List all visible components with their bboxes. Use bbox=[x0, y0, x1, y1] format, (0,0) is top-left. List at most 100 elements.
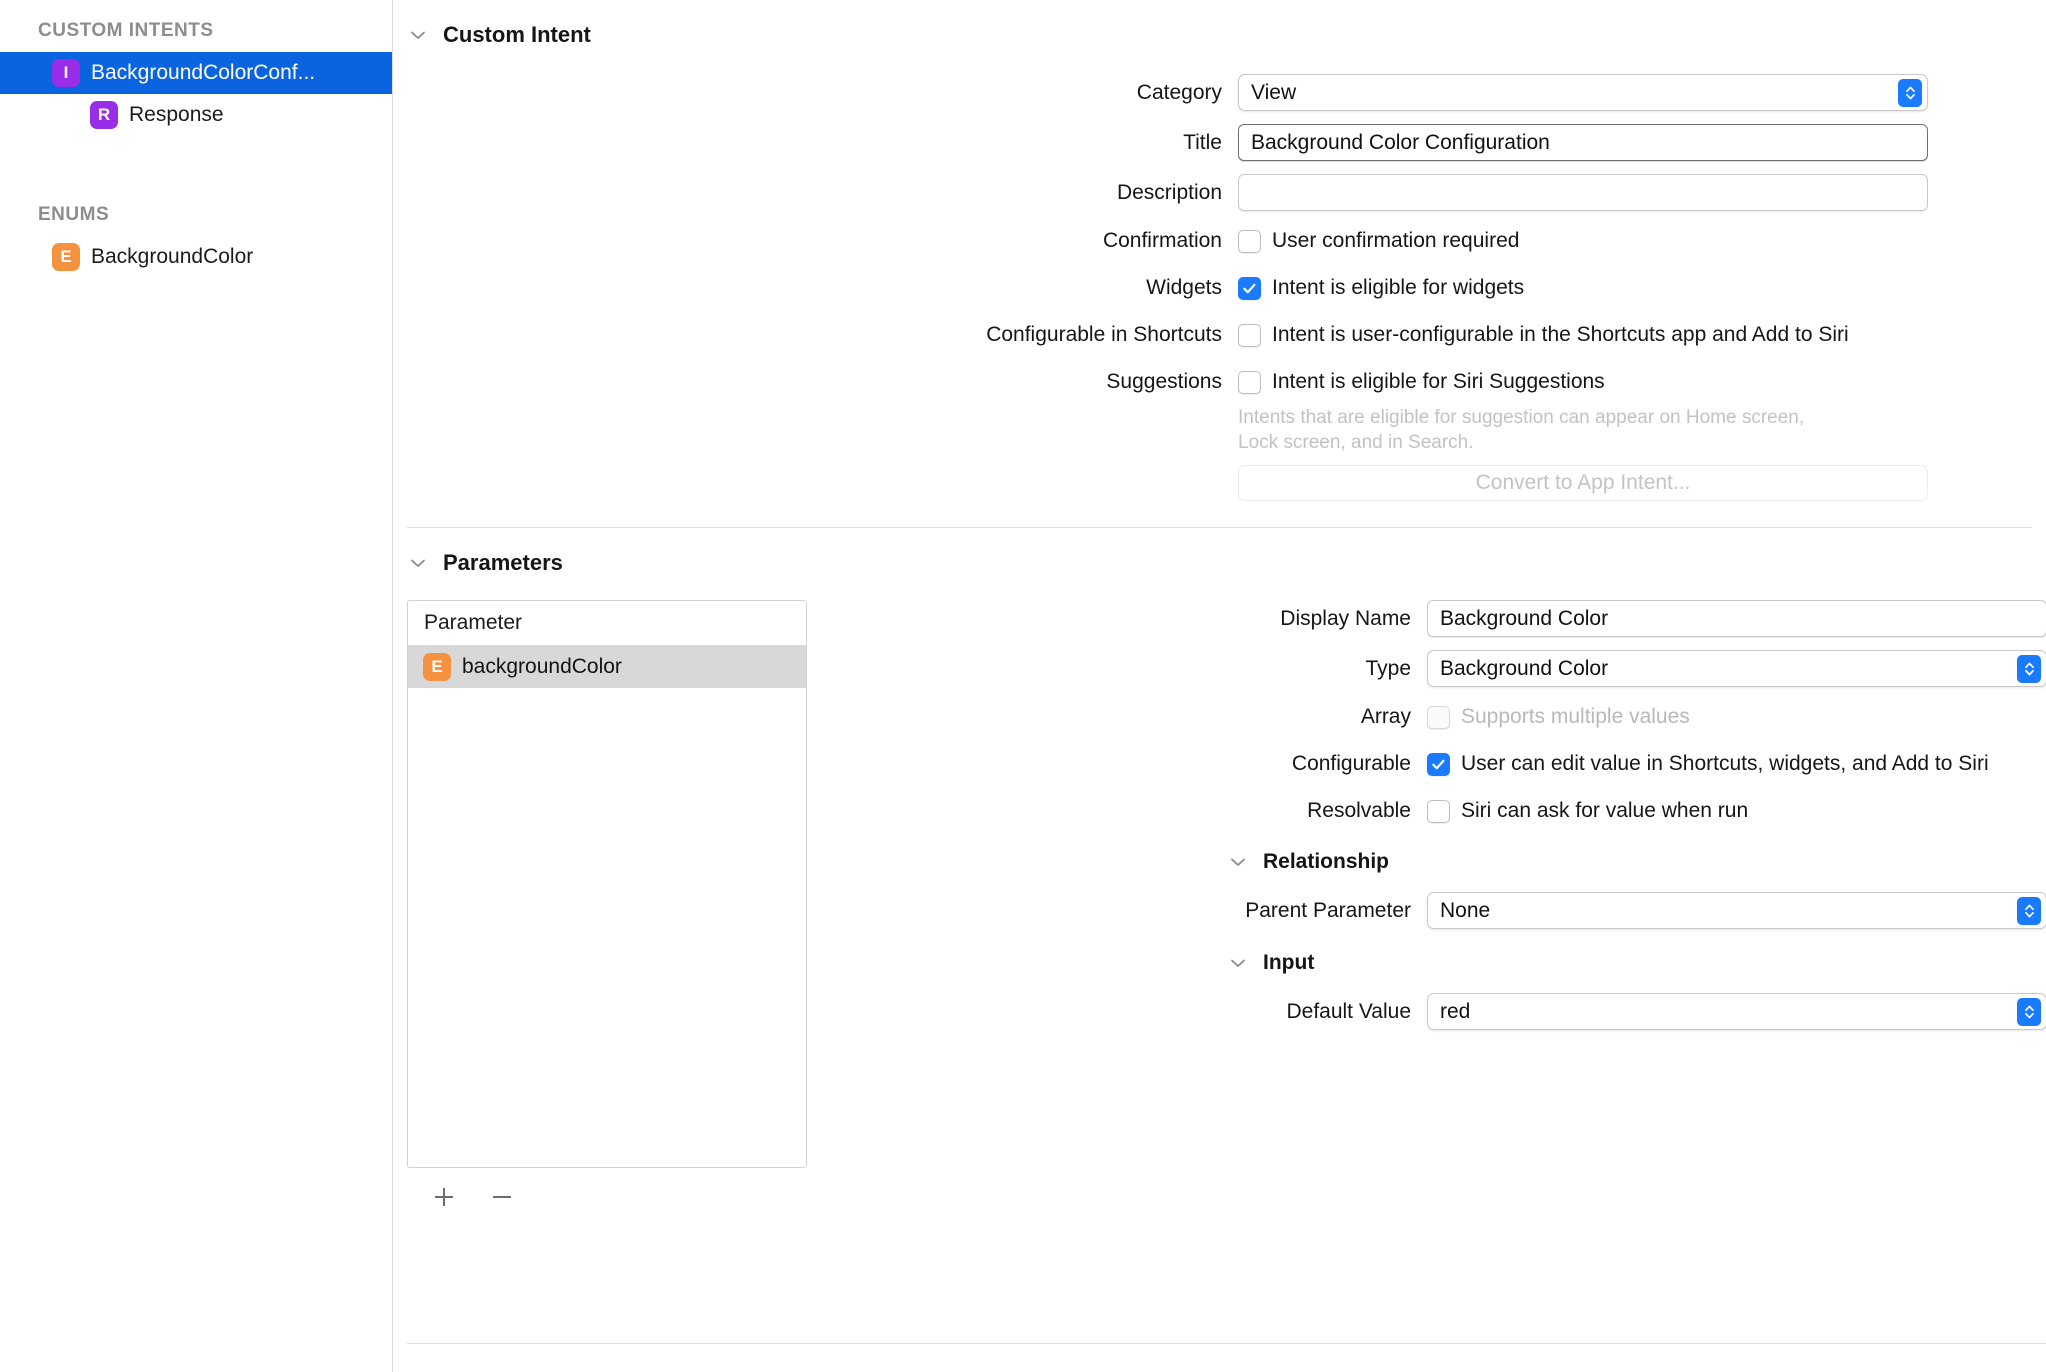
suggestions-help-line1: Intents that are eligible for suggestion… bbox=[1238, 405, 1938, 430]
configurable-label: Configurable bbox=[807, 752, 1427, 776]
sidebar-section-title-custom-intents: CUSTOM INTENTS bbox=[0, 12, 392, 52]
widgets-checkbox[interactable] bbox=[1238, 277, 1261, 300]
custom-intent-section: Custom Intent Category View bbox=[393, 0, 2046, 501]
chevron-down-icon[interactable] bbox=[407, 552, 429, 574]
configurable-checkbox-label: User can edit value in Shortcuts, widget… bbox=[1461, 752, 1989, 776]
intent-definition-editor: CUSTOM INTENTS I BackgroundColorConf... … bbox=[0, 0, 2046, 1372]
confirmation-checkbox[interactable] bbox=[1238, 230, 1261, 253]
category-row: Category View bbox=[393, 74, 2046, 111]
convert-to-app-intent-button[interactable]: Convert to App Intent... bbox=[1238, 465, 1928, 501]
display-name-label: Display Name bbox=[807, 607, 1427, 631]
detail-pane: Custom Intent Category View bbox=[393, 0, 2046, 1372]
suggestions-checkbox[interactable] bbox=[1238, 371, 1261, 394]
sidebar-spacer bbox=[0, 136, 392, 196]
sidebar-item-response[interactable]: R Response bbox=[0, 94, 392, 136]
parent-parameter-label: Parent Parameter bbox=[807, 899, 1427, 923]
stepper-icon[interactable] bbox=[1898, 79, 1922, 107]
sidebar-item-background-color-enum[interactable]: E BackgroundColor bbox=[0, 236, 392, 278]
array-checkbox bbox=[1427, 706, 1450, 729]
parameter-name: backgroundColor bbox=[462, 655, 622, 679]
sidebar-item-background-color-configuration[interactable]: I BackgroundColorConf... bbox=[0, 52, 392, 94]
stepper-icon[interactable] bbox=[2017, 655, 2041, 683]
type-row: Type Background Color bbox=[807, 650, 2046, 687]
add-parameter-button[interactable] bbox=[429, 1182, 459, 1212]
section-title: Custom Intent bbox=[443, 22, 591, 48]
array-label: Array bbox=[807, 705, 1427, 729]
default-value-label: Default Value bbox=[807, 1000, 1427, 1024]
enum-badge-icon: E bbox=[52, 243, 80, 271]
category-select[interactable]: View bbox=[1238, 74, 1928, 111]
suggestions-help-line2: Lock screen, and in Search. bbox=[1238, 430, 1938, 455]
configurable-checkbox[interactable] bbox=[1427, 753, 1450, 776]
parameter-list-header: Parameter bbox=[408, 601, 806, 646]
parameters-section: Parameters Parameter E backgroundColor bbox=[393, 528, 2046, 1212]
type-label: Type bbox=[807, 657, 1427, 681]
sidebar-section-title-enums: ENUMS bbox=[0, 196, 392, 236]
title-row: Title Background Color Configuration bbox=[393, 124, 2046, 161]
default-value-row: Default Value red bbox=[807, 993, 2046, 1030]
subsection-title: Input bbox=[1263, 951, 1314, 975]
parameter-list-container: Parameter E backgroundColor bbox=[407, 600, 807, 1212]
configurable-row: Configurable User can edit value in Shor… bbox=[807, 747, 2046, 781]
resolvable-checkbox[interactable] bbox=[1427, 800, 1450, 823]
custom-intent-section-header[interactable]: Custom Intent bbox=[393, 0, 2046, 48]
chevron-down-icon[interactable] bbox=[1227, 952, 1249, 974]
sidebar-item-label: BackgroundColorConf... bbox=[91, 61, 315, 85]
input-subsection-header[interactable]: Input bbox=[1227, 951, 2046, 975]
parameter-list-toolbar bbox=[407, 1168, 807, 1212]
suggestions-checkbox-label: Intent is eligible for Siri Suggestions bbox=[1272, 370, 1605, 394]
type-select[interactable]: Background Color bbox=[1427, 650, 2046, 687]
sidebar-item-label: BackgroundColor bbox=[91, 245, 253, 269]
confirmation-row: Confirmation User confirmation required bbox=[393, 224, 2046, 258]
category-value: View bbox=[1251, 81, 1296, 105]
array-checkbox-label: Supports multiple values bbox=[1461, 705, 1690, 729]
display-name-value: Background Color bbox=[1440, 607, 1608, 631]
widgets-checkbox-label: Intent is eligible for widgets bbox=[1272, 276, 1524, 300]
description-input[interactable] bbox=[1238, 174, 1928, 211]
parameters-section-header[interactable]: Parameters bbox=[393, 528, 2046, 576]
resolvable-checkbox-label: Siri can ask for value when run bbox=[1461, 799, 1748, 823]
section-title: Parameters bbox=[443, 550, 563, 576]
configurable-in-shortcuts-checkbox[interactable] bbox=[1238, 324, 1261, 347]
widgets-row: Widgets Intent is eligible for widgets bbox=[393, 271, 2046, 305]
display-name-input[interactable]: Background Color bbox=[1427, 600, 2046, 637]
confirmation-label: Confirmation bbox=[393, 229, 1238, 253]
resolvable-label: Resolvable bbox=[807, 799, 1427, 823]
resolvable-row: Resolvable Siri can ask for value when r… bbox=[807, 794, 2046, 828]
relationship-subsection-header[interactable]: Relationship bbox=[1227, 850, 2046, 874]
chevron-down-icon[interactable] bbox=[1227, 851, 1249, 873]
convert-row: Convert to App Intent... bbox=[393, 465, 2046, 501]
configurable-in-shortcuts-row: Configurable in Shortcuts Intent is user… bbox=[393, 318, 2046, 352]
type-value: Background Color bbox=[1440, 657, 1608, 681]
custom-intent-form: Category View Title Back bbox=[393, 74, 2046, 501]
confirmation-checkbox-label: User confirmation required bbox=[1272, 229, 1519, 253]
suggestions-row: Suggestions Intent is eligible for Siri … bbox=[393, 365, 2046, 399]
table-row[interactable]: E backgroundColor bbox=[408, 646, 806, 688]
parent-parameter-row: Parent Parameter None bbox=[807, 892, 2046, 929]
remove-parameter-button[interactable] bbox=[487, 1182, 517, 1212]
parameter-list[interactable]: Parameter E backgroundColor bbox=[407, 600, 807, 1168]
parent-parameter-value: None bbox=[1440, 899, 1490, 923]
parameters-body: Parameter E backgroundColor bbox=[393, 600, 2046, 1212]
category-label: Category bbox=[393, 81, 1238, 105]
configurable-in-shortcuts-checkbox-label: Intent is user-configurable in the Short… bbox=[1272, 323, 1849, 347]
suggestions-help-row: Intents that are eligible for suggestion… bbox=[393, 405, 2046, 455]
title-input[interactable]: Background Color Configuration bbox=[1238, 124, 1928, 161]
suggestions-label: Suggestions bbox=[393, 370, 1238, 394]
default-value-select[interactable]: red bbox=[1427, 993, 2046, 1030]
configurable-in-shortcuts-label: Configurable in Shortcuts bbox=[393, 323, 1238, 347]
parent-parameter-select[interactable]: None bbox=[1427, 892, 2046, 929]
response-badge-icon: R bbox=[90, 101, 118, 129]
widgets-label: Widgets bbox=[393, 276, 1238, 300]
description-label: Description bbox=[393, 181, 1238, 205]
stepper-icon[interactable] bbox=[2017, 897, 2041, 925]
description-row: Description bbox=[393, 174, 2046, 211]
enum-badge-icon: E bbox=[423, 653, 451, 681]
chevron-down-icon[interactable] bbox=[407, 24, 429, 46]
sidebar: CUSTOM INTENTS I BackgroundColorConf... … bbox=[0, 0, 393, 1372]
bottom-divider bbox=[407, 1343, 2046, 1344]
sidebar-item-label: Response bbox=[129, 103, 224, 127]
title-value: Background Color Configuration bbox=[1251, 131, 1550, 155]
stepper-icon[interactable] bbox=[2017, 998, 2041, 1026]
intent-badge-icon: I bbox=[52, 59, 80, 87]
